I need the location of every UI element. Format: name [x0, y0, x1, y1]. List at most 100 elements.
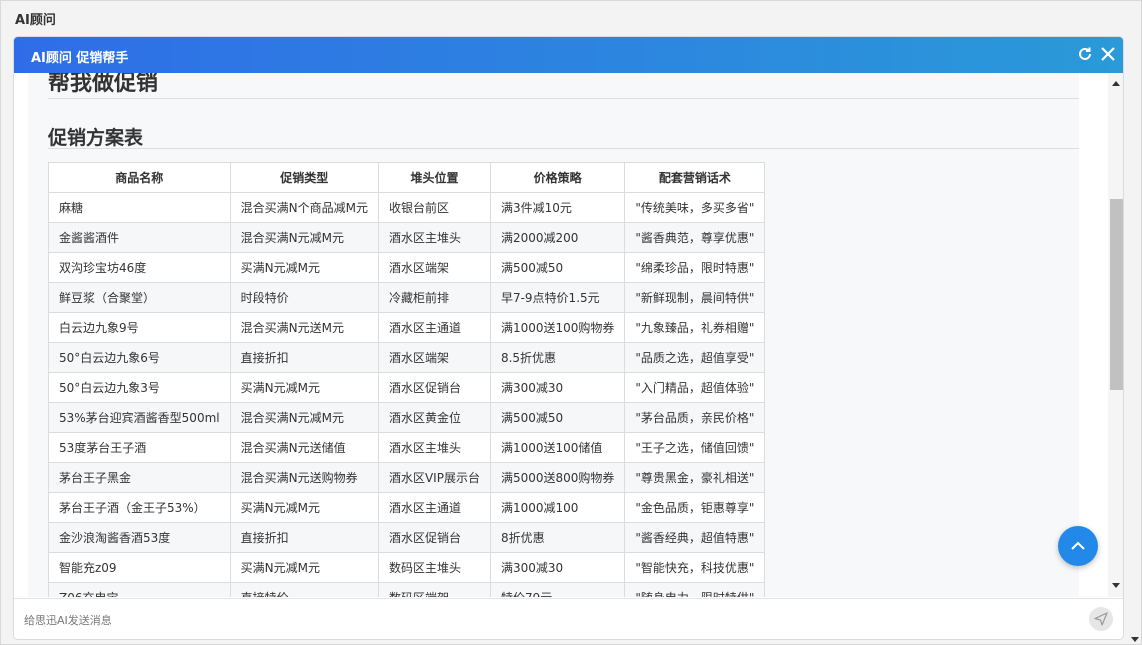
- table-header-row: 商品名称 促销类型 堆头位置 价格策略 配套营销话术: [48, 162, 766, 193]
- refresh-icon[interactable]: [1074, 43, 1096, 65]
- table-row: 鲜豆浆（合聚堂） 时段特价 冷藏柜前排 早7-9点特价1.5元 "新鲜现制，晨间特供": [48, 282, 766, 313]
- table-cell: 满3件减10元: [489, 192, 626, 223]
- table-cell: 酒水区VIP展示台: [377, 462, 491, 493]
- table-cell: 混合买满N个商品减M元: [229, 192, 379, 223]
- table-cell: 直接折扣: [229, 342, 379, 373]
- column-header: 堆头位置: [377, 162, 491, 193]
- table-cell: 酒水区主通道: [377, 492, 491, 523]
- table-cell: "智能快充，科技优惠": [624, 552, 766, 583]
- app-title: AI顾问: [15, 13, 56, 28]
- content-scrollbar[interactable]: [1108, 73, 1123, 597]
- table-cell: 直接折扣: [229, 522, 379, 553]
- scroll-up-arrow-icon[interactable]: [1112, 81, 1120, 86]
- send-button[interactable]: [1089, 607, 1113, 631]
- table-row: 茅台王子黑金 混合买满N元送购物券 酒水区VIP展示台 满5000送800购物券 "尊贵…: [48, 462, 766, 493]
- table-cell: 满300减30: [489, 372, 626, 403]
- column-header: 价格策略: [489, 162, 626, 193]
- table-cell: 混合买满N元减M元: [229, 222, 379, 253]
- table-cell: 酒水区促销台: [377, 522, 491, 553]
- table-cell: "金色品质，钜惠尊享": [624, 492, 766, 523]
- table-cell: 满2000减200: [489, 222, 626, 253]
- chat-content[interactable]: 帮我做促销 促销方案表 商品名称 促销类型 堆头位置 价格策略 配套营销话术 麻…: [28, 73, 1079, 597]
- close-icon[interactable]: [1097, 43, 1119, 65]
- message-input-bar: [14, 598, 1123, 639]
- table-cell: 酒水区促销台: [377, 372, 491, 403]
- column-header: 商品名称: [48, 162, 231, 193]
- table-row: 53%茅台迎宾酒酱香型500ml 混合买满N元减M元 酒水区黄金位 满500减50 "茅…: [48, 402, 766, 433]
- table-cell: "绵柔珍品，限时特惠": [624, 252, 766, 283]
- table-cell: 满500减50: [489, 252, 626, 283]
- table-cell: 直接特价: [229, 582, 379, 597]
- table-cell: 收银台前区: [377, 192, 491, 223]
- table-cell: 50°白云边九象3号: [48, 372, 231, 403]
- divider: [48, 148, 1079, 149]
- table-cell: 53度茅台王子酒: [48, 432, 231, 463]
- app-window: AI顾问 AI顾问 促销帮手 帮我做促销 促销方案表 商品名称 促销类型 堆头位…: [0, 0, 1142, 645]
- table-cell: 金沙浪淘酱香酒53度: [48, 522, 231, 553]
- table-row: 53度茅台王子酒 混合买满N元送储值 酒水区主堆头 满1000送100储值 "王子之选，…: [48, 432, 766, 463]
- table-cell: "王子之选，储值回馈": [624, 432, 766, 463]
- table-cell: "茅台品质，亲民价格": [624, 402, 766, 433]
- table-cell: 茅台王子黑金: [48, 462, 231, 493]
- scroll-down-arrow-icon[interactable]: [1112, 583, 1120, 588]
- table-cell: 双沟珍宝坊46度: [48, 252, 231, 283]
- table-cell: 白云边九象9号: [48, 312, 231, 343]
- table-cell: 智能充z09: [48, 552, 231, 583]
- table-cell: "传统美味，多买多省": [624, 192, 766, 223]
- message-input[interactable]: [24, 607, 1084, 633]
- window-scroll-down-icon[interactable]: [1131, 637, 1139, 642]
- table-cell: 数码区主堆头: [377, 552, 491, 583]
- message-heading: 帮我做促销: [48, 73, 159, 96]
- table-row: 50°白云边九象3号 买满N元减M元 酒水区促销台 满300减30 "入门精品，超值体验…: [48, 372, 766, 403]
- table-cell: 数码区端架: [377, 582, 491, 597]
- table-row: 茅台王子酒（金王子53%） 买满N元减M元 酒水区主通道 满1000减100 "金色品质…: [48, 492, 766, 523]
- table-cell: 酒水区端架: [377, 252, 491, 283]
- table-row: 双沟珍宝坊46度 买满N元减M元 酒水区端架 满500减50 "绵柔珍品，限时特惠": [48, 252, 766, 283]
- send-icon: [1094, 612, 1108, 626]
- column-header: 配套营销话术: [624, 162, 766, 193]
- table-cell: 满500减50: [489, 402, 626, 433]
- window-scrollbar[interactable]: [1127, 36, 1142, 645]
- table-cell: "酱香典范，尊享优惠": [624, 222, 766, 253]
- column-header: 促销类型: [229, 162, 379, 193]
- table-cell: 满1000减100: [489, 492, 626, 523]
- table-cell: 混合买满N元送M元: [229, 312, 379, 343]
- table-cell: 买满N元减M元: [229, 372, 379, 403]
- table-cell: 酒水区黄金位: [377, 402, 491, 433]
- table-row: 50°白云边九象6号 直接折扣 酒水区端架 8.5折优惠 "品质之选，超值享受": [48, 342, 766, 373]
- table-cell: 满300减30: [489, 552, 626, 583]
- table-cell: 买满N元减M元: [229, 552, 379, 583]
- table-cell: 早7-9点特价1.5元: [489, 282, 626, 313]
- table-cell: 酒水区主堆头: [377, 432, 491, 463]
- scroll-thumb[interactable]: [1110, 199, 1123, 390]
- table-cell: 买满N元减M元: [229, 252, 379, 283]
- table-row: 金沙浪淘酱香酒53度 直接折扣 酒水区促销台 8折优惠 "酱香经典，超值特惠": [48, 522, 766, 553]
- table-cell: 酒水区主通道: [377, 312, 491, 343]
- table-cell: 混合买满N元送储值: [229, 432, 379, 463]
- table-cell: 53%茅台迎宾酒酱香型500ml: [48, 402, 231, 433]
- table-cell: "九象臻品，礼券相赠": [624, 312, 766, 343]
- table-row: 白云边九象9号 混合买满N元送M元 酒水区主通道 满1000送100购物券 "九象臻品，…: [48, 312, 766, 343]
- promotion-table: 商品名称 促销类型 堆头位置 价格策略 配套营销话术 麻糖 混合买满N个商品减M元…: [48, 162, 766, 597]
- panel-header: AI顾问 促销帮手: [14, 37, 1123, 73]
- table-cell: 酒水区端架: [377, 342, 491, 373]
- table-cell: "新鲜现制，晨间特供": [624, 282, 766, 313]
- table-cell: "品质之选，超值享受": [624, 342, 766, 373]
- ai-assistant-panel: AI顾问 促销帮手 帮我做促销 促销方案表 商品名称 促销类型 堆头位置 价格策…: [13, 36, 1124, 640]
- panel-title: AI顾问 促销帮手: [31, 51, 129, 66]
- chevron-up-icon: [1071, 541, 1085, 550]
- table-cell: 满1000送100储值: [489, 432, 626, 463]
- table-cell: 鲜豆浆（合聚堂）: [48, 282, 231, 313]
- table-cell: 特价79元: [489, 582, 626, 597]
- table-row: 智能充z09 买满N元减M元 数码区主堆头 满300减30 "智能快充，科技优惠": [48, 552, 766, 583]
- table-cell: 混合买满N元减M元: [229, 402, 379, 433]
- scroll-to-top-button[interactable]: [1058, 526, 1098, 566]
- table-row: 麻糖 混合买满N个商品减M元 收银台前区 满3件减10元 "传统美味，多买多省": [48, 192, 766, 223]
- table-cell: 冷藏柜前排: [377, 282, 491, 313]
- table-cell: "随身电力，限时特供": [624, 582, 766, 597]
- table-cell: 酒水区主堆头: [377, 222, 491, 253]
- table-row: Z06充电宝直接特价数码区端架特价79元"随身电力，限时特供": [48, 582, 766, 597]
- table-cell: "酱香经典，超值特惠": [624, 522, 766, 553]
- table-cell: "入门精品，超值体验": [624, 372, 766, 403]
- table-cell: 时段特价: [229, 282, 379, 313]
